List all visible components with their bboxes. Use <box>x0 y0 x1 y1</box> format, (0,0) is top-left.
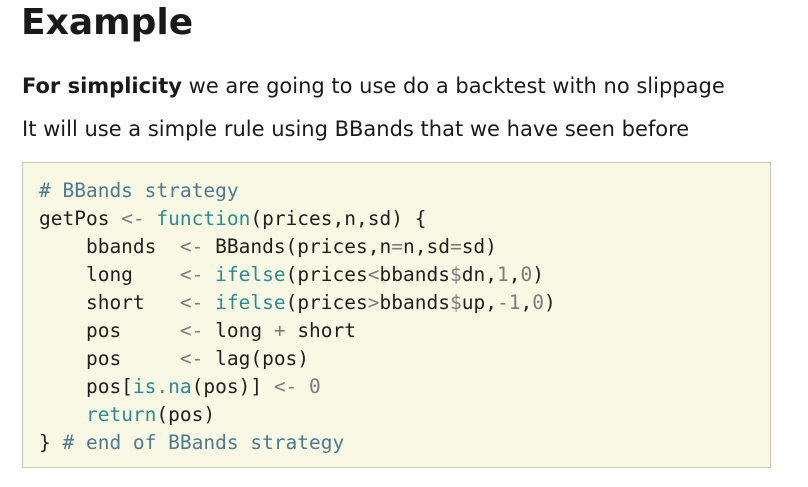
code-line: pos <- long + short <box>39 317 556 345</box>
code-token: short <box>285 319 357 342</box>
code-token: lag(pos) <box>203 347 310 370</box>
code-token: dn, <box>461 263 497 286</box>
code-token: $ <box>449 291 462 314</box>
code-listing: # BBands strategy getPos <- function(pric… <box>39 177 556 457</box>
code-line: } # end of BBands strategy <box>39 429 556 457</box>
code-token: ) <box>543 291 556 314</box>
code-line: getPos <- function(prices,n,sd) { <box>39 205 556 233</box>
code-token: 0 <box>532 291 544 314</box>
code-keyword: ifelse <box>215 291 286 314</box>
code-token: long <box>39 263 180 286</box>
code-line: # BBands strategy <box>39 177 556 205</box>
code-keyword: ifelse <box>215 263 286 286</box>
code-token: (pos) <box>156 403 216 426</box>
code-keyword: return <box>85 403 157 426</box>
code-token: 0 <box>520 263 533 286</box>
code-token: <- <box>179 291 204 314</box>
rule-paragraph: It will use a simple rule using BBands t… <box>22 117 690 141</box>
code-token: getPos <box>39 207 122 230</box>
code-line: return(pos) <box>39 401 556 429</box>
code-token: < <box>367 263 380 286</box>
code-token: , <box>508 263 521 286</box>
code-token: > <box>367 291 380 314</box>
code-token: short <box>39 291 180 314</box>
code-token: } <box>39 431 63 454</box>
code-token: bbands <box>39 235 180 258</box>
code-token: BBands(prices,n <box>203 235 392 258</box>
emphasis-text: For simplicity <box>22 74 182 98</box>
code-token: , <box>520 291 533 314</box>
intro-paragraph-text: we are going to use do a backtest with n… <box>181 74 725 98</box>
code-comment: # BBands strategy <box>39 179 239 202</box>
code-token: bbands <box>379 263 450 286</box>
code-token: <- <box>121 207 145 230</box>
code-keyword: is.na <box>132 375 192 398</box>
code-token: 0 <box>309 375 321 398</box>
code-token: pos <box>39 347 180 370</box>
code-token: up, <box>461 291 497 314</box>
code-token: + <box>273 319 286 342</box>
code-token: <- <box>179 263 204 286</box>
code-token: -1 <box>496 291 521 314</box>
code-token: 1 <box>496 263 509 286</box>
code-comment: # end of BBands strategy <box>62 431 345 454</box>
code-token: = <box>391 235 403 258</box>
code-token: = <box>449 235 462 258</box>
code-token: pos <box>39 319 180 342</box>
code-token: bbands <box>379 291 450 314</box>
code-token: sd) <box>461 235 497 258</box>
code-token: <- <box>179 235 204 258</box>
code-token: (prices,n,sd) { <box>250 207 427 230</box>
code-token: (prices <box>285 263 368 286</box>
code-line: long <- ifelse(prices<bbands$dn,1,0) <box>39 261 556 289</box>
code-token: (pos)] <box>191 375 274 398</box>
intro-paragraph: For simplicity we are going to use do a … <box>22 73 725 99</box>
code-token: pos[ <box>39 375 133 398</box>
code-token: <- <box>179 319 204 342</box>
code-token: <- <box>273 375 298 398</box>
code-token: (prices <box>285 291 368 314</box>
code-keyword: function <box>156 207 251 230</box>
code-line: bbands <- BBands(prices,n=n,sd=sd) <box>39 233 556 261</box>
code-token: n,sd <box>402 235 450 258</box>
code-line: pos <- lag(pos) <box>39 345 556 373</box>
code-token: long <box>203 319 274 342</box>
slide-title: Example <box>21 2 194 43</box>
code-token: $ <box>449 263 462 286</box>
code-block: # BBands strategy getPos <- function(pric… <box>22 162 771 468</box>
code-token: <- <box>179 347 204 370</box>
code-line: short <- ifelse(prices>bbands$up,-1,0) <box>39 289 556 317</box>
code-token: ) <box>532 263 544 286</box>
code-line: pos[is.na(pos)] <- 0 <box>39 373 556 401</box>
